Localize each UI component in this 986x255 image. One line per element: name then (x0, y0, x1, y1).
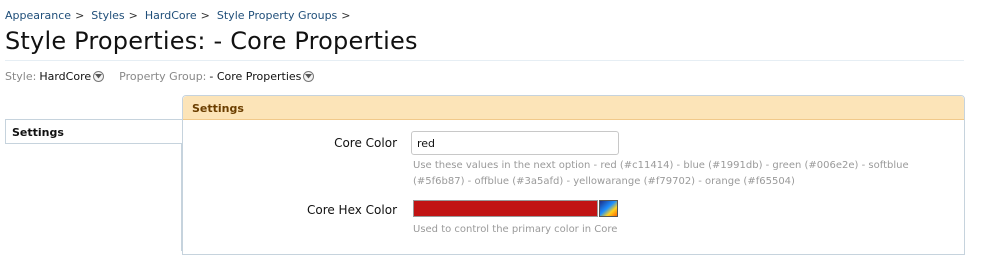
style-filter-value[interactable]: HardCore (39, 70, 91, 83)
sidebar: Settings (5, 119, 182, 251)
breadcrumb-separator: > (75, 9, 85, 22)
filter-bar: Style: HardCore Property Group: - Core P… (5, 70, 329, 83)
breadcrumb-separator: > (128, 9, 138, 22)
breadcrumb-separator: > (200, 9, 210, 22)
color-picker-icon[interactable] (599, 200, 618, 217)
breadcrumb-appearance[interactable]: Appearance (5, 9, 71, 22)
property-group-filter-value[interactable]: - Core Properties (209, 70, 301, 83)
chevron-down-icon[interactable] (303, 71, 315, 82)
core-hex-color-swatch[interactable] (413, 200, 598, 217)
core-color-hint-line-2: (#5f6b87) - offblue (#3a5afd) - yellowar… (413, 176, 795, 187)
breadcrumb-hardcore[interactable]: HardCore (145, 9, 197, 22)
core-color-label: Core Color (334, 136, 397, 150)
core-hex-color-hint: Used to control the primary color in Cor… (413, 224, 618, 235)
breadcrumb-style-property-groups[interactable]: Style Property Groups (217, 9, 337, 22)
chevron-down-icon[interactable] (93, 71, 105, 82)
core-color-hint-line-1: Use these values in the next option - re… (413, 160, 909, 171)
page-title: Style Properties: - Core Properties (5, 27, 418, 55)
tab-settings[interactable]: Settings (5, 119, 182, 144)
style-filter-label: Style: (5, 70, 37, 83)
title-divider (5, 60, 964, 61)
property-group-filter-label: Property Group: (119, 70, 207, 83)
breadcrumb: Appearance > Styles > HardCore > Style Prop… (5, 9, 358, 22)
breadcrumb-styles[interactable]: Styles (91, 9, 124, 22)
core-hex-color-label: Core Hex Color (306, 203, 397, 217)
settings-header: Settings (183, 96, 964, 120)
breadcrumb-separator: > (341, 9, 351, 22)
core-color-input[interactable] (411, 131, 619, 155)
